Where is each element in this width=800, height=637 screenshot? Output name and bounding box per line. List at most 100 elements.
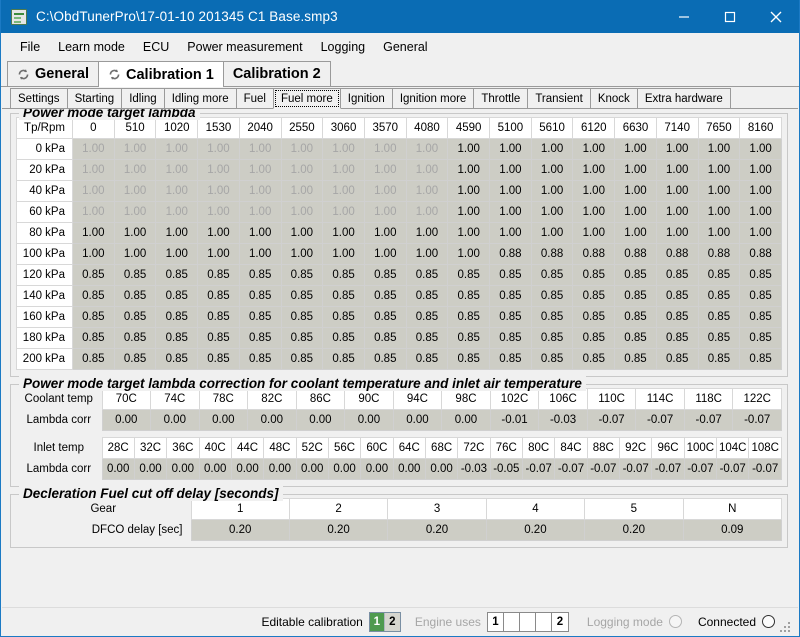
cell-r4-c14[interactable]: 1.00 bbox=[655, 222, 699, 244]
cell-r8-c2[interactable]: 0.85 bbox=[155, 306, 199, 328]
cell-r8-c12[interactable]: 0.85 bbox=[572, 306, 616, 328]
cell-coolant-c9[interactable]: -0.03 bbox=[538, 409, 588, 431]
cell-r10-c2[interactable]: 0.85 bbox=[155, 348, 199, 370]
cell-r4-c16[interactable]: 1.00 bbox=[739, 222, 782, 244]
dfco-table[interactable]: Gear 1 2 3 4 5 N DFCO delay [sec] 0.20 0.20 0.20 0.… bbox=[16, 498, 783, 541]
cell-coolant-c3[interactable]: 0.00 bbox=[247, 409, 297, 431]
subtab-ignition-more[interactable]: Ignition more bbox=[391, 88, 475, 108]
cell-inlet-c12[interactable]: -0.05 bbox=[489, 458, 523, 480]
cell-r7-c13[interactable]: 0.85 bbox=[614, 285, 657, 307]
cell-r2-c1[interactable]: 1.00 bbox=[113, 180, 157, 202]
cell-r4-c2[interactable]: 1.00 bbox=[155, 222, 199, 244]
cell-r9-c0[interactable]: 0.85 bbox=[72, 327, 115, 349]
cell-r1-c5[interactable]: 1.00 bbox=[280, 159, 324, 181]
cell-r10-c13[interactable]: 0.85 bbox=[614, 348, 657, 370]
cell-r10-c8[interactable]: 0.85 bbox=[405, 348, 449, 370]
cell-dfco-c3[interactable]: 0.20 bbox=[485, 519, 586, 541]
cell-r9-c8[interactable]: 0.85 bbox=[405, 327, 449, 349]
cell-coolant-c0[interactable]: 0.00 bbox=[101, 409, 152, 431]
cell-r1-c11[interactable]: 1.00 bbox=[530, 159, 574, 181]
cell-r9-c11[interactable]: 0.85 bbox=[530, 327, 574, 349]
cell-r7-c3[interactable]: 0.85 bbox=[197, 285, 240, 307]
cell-r4-c0[interactable]: 1.00 bbox=[72, 222, 115, 244]
cell-r3-c12[interactable]: 1.00 bbox=[572, 201, 616, 223]
cell-r0-c6[interactable]: 1.00 bbox=[322, 138, 365, 160]
cell-r6-c3[interactable]: 0.85 bbox=[197, 264, 240, 286]
cell-r2-c16[interactable]: 1.00 bbox=[739, 180, 782, 202]
cell-r5-c3[interactable]: 1.00 bbox=[197, 243, 240, 265]
cell-r7-c12[interactable]: 0.85 bbox=[572, 285, 616, 307]
cell-r10-c1[interactable]: 0.85 bbox=[113, 348, 157, 370]
cell-r0-c0[interactable]: 1.00 bbox=[72, 138, 115, 160]
cell-r10-c7[interactable]: 0.85 bbox=[363, 348, 407, 370]
cell-coolant-c8[interactable]: -0.01 bbox=[489, 409, 540, 431]
cell-r6-c6[interactable]: 0.85 bbox=[322, 264, 365, 286]
subtab-idling-more[interactable]: Idling more bbox=[163, 88, 237, 108]
cell-r10-c9[interactable]: 0.85 bbox=[447, 348, 491, 370]
cell-r0-c15[interactable]: 1.00 bbox=[697, 138, 741, 160]
cell-r5-c0[interactable]: 1.00 bbox=[72, 243, 115, 265]
cell-r7-c8[interactable]: 0.85 bbox=[405, 285, 449, 307]
cell-r5-c16[interactable]: 0.88 bbox=[739, 243, 782, 265]
inlet-temp-table[interactable]: Inlet temp 28C 32C 36C 40C 44C 48C 52C 56C 60C 64C… bbox=[16, 437, 782, 480]
cell-r9-c13[interactable]: 0.85 bbox=[614, 327, 657, 349]
cell-r3-c7[interactable]: 1.00 bbox=[363, 201, 407, 223]
cell-coolant-c2[interactable]: 0.00 bbox=[198, 409, 249, 431]
cell-inlet-c9[interactable]: 0.00 bbox=[392, 458, 426, 480]
subtab-ignition[interactable]: Ignition bbox=[339, 88, 393, 108]
cell-r7-c1[interactable]: 0.85 bbox=[113, 285, 157, 307]
calibration-selector[interactable]: 12 bbox=[368, 611, 401, 632]
menu-item-logging[interactable]: Logging bbox=[312, 37, 375, 57]
cell-r1-c15[interactable]: 1.00 bbox=[697, 159, 741, 181]
subtab-idling[interactable]: Idling bbox=[121, 88, 165, 108]
cell-inlet-c6[interactable]: 0.00 bbox=[295, 458, 329, 480]
cell-r4-c10[interactable]: 1.00 bbox=[489, 222, 532, 244]
subtab-knock[interactable]: Knock bbox=[589, 88, 638, 108]
cell-r1-c10[interactable]: 1.00 bbox=[489, 159, 532, 181]
cell-r9-c4[interactable]: 0.85 bbox=[238, 327, 282, 349]
cell-r0-c4[interactable]: 1.00 bbox=[238, 138, 282, 160]
cell-r3-c16[interactable]: 1.00 bbox=[739, 201, 782, 223]
cell-r6-c7[interactable]: 0.85 bbox=[363, 264, 407, 286]
cell-inlet-c1[interactable]: 0.00 bbox=[133, 458, 168, 480]
cell-r0-c3[interactable]: 1.00 bbox=[197, 138, 240, 160]
cell-r6-c16[interactable]: 0.85 bbox=[739, 264, 782, 286]
cell-r2-c6[interactable]: 1.00 bbox=[322, 180, 365, 202]
cell-r3-c14[interactable]: 1.00 bbox=[655, 201, 699, 223]
cell-r3-c0[interactable]: 1.00 bbox=[72, 201, 115, 223]
menu-item-ecu[interactable]: ECU bbox=[134, 37, 178, 57]
cell-r4-c15[interactable]: 1.00 bbox=[697, 222, 741, 244]
cell-r7-c4[interactable]: 0.85 bbox=[238, 285, 282, 307]
cell-r5-c6[interactable]: 1.00 bbox=[322, 243, 365, 265]
cell-r8-c11[interactable]: 0.85 bbox=[530, 306, 574, 328]
cell-r8-c10[interactable]: 0.85 bbox=[489, 306, 532, 328]
maximize-icon[interactable] bbox=[707, 0, 753, 33]
cell-r0-c8[interactable]: 1.00 bbox=[405, 138, 449, 160]
cell-r1-c14[interactable]: 1.00 bbox=[655, 159, 699, 181]
cell-r1-c9[interactable]: 1.00 bbox=[447, 159, 491, 181]
cell-coolant-c11[interactable]: -0.07 bbox=[635, 409, 685, 431]
cell-r6-c9[interactable]: 0.85 bbox=[447, 264, 491, 286]
cell-r8-c0[interactable]: 0.85 bbox=[72, 306, 115, 328]
cell-r1-c1[interactable]: 1.00 bbox=[113, 159, 157, 181]
cell-inlet-c16[interactable]: -0.07 bbox=[618, 458, 653, 480]
cell-r5-c2[interactable]: 1.00 bbox=[155, 243, 199, 265]
cell-r2-c4[interactable]: 1.00 bbox=[238, 180, 282, 202]
cell-r1-c2[interactable]: 1.00 bbox=[155, 159, 199, 181]
cell-r3-c2[interactable]: 1.00 bbox=[155, 201, 199, 223]
cell-r2-c2[interactable]: 1.00 bbox=[155, 180, 199, 202]
cell-dfco-c5[interactable]: 0.09 bbox=[682, 519, 783, 541]
cell-r10-c12[interactable]: 0.85 bbox=[572, 348, 616, 370]
cell-r2-c8[interactable]: 1.00 bbox=[405, 180, 449, 202]
cell-r9-c12[interactable]: 0.85 bbox=[572, 327, 616, 349]
cell-r9-c6[interactable]: 0.85 bbox=[322, 327, 365, 349]
menu-item-learn-mode[interactable]: Learn mode bbox=[49, 37, 134, 57]
cell-r4-c11[interactable]: 1.00 bbox=[530, 222, 574, 244]
menu-item-power-measurement[interactable]: Power measurement bbox=[178, 37, 311, 57]
cell-r2-c11[interactable]: 1.00 bbox=[530, 180, 574, 202]
cell-r0-c16[interactable]: 1.00 bbox=[739, 138, 782, 160]
cell-r10-c3[interactable]: 0.85 bbox=[197, 348, 240, 370]
cell-r4-c12[interactable]: 1.00 bbox=[572, 222, 616, 244]
cell-r7-c15[interactable]: 0.85 bbox=[697, 285, 741, 307]
cell-r3-c10[interactable]: 1.00 bbox=[489, 201, 532, 223]
